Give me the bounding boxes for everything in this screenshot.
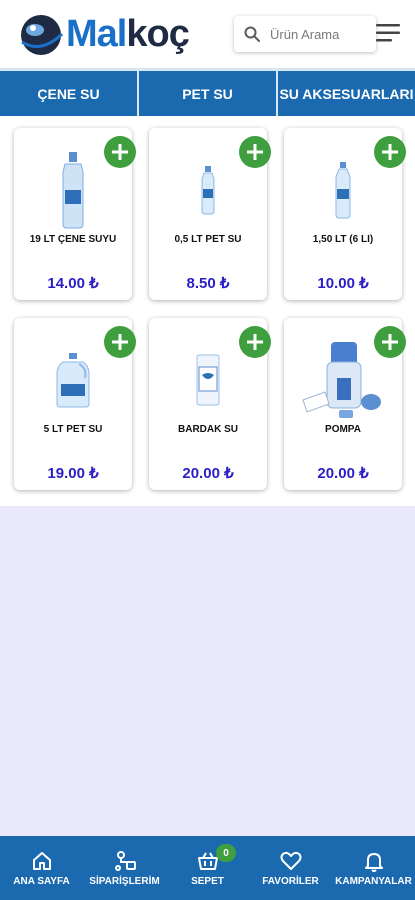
bell-icon <box>364 852 383 872</box>
small-bottle-icon <box>173 146 243 234</box>
nav-basket[interactable]: SEPET 0 <box>166 836 249 900</box>
product-name: BARDAK SU <box>178 424 238 435</box>
product-card[interactable]: POMPA 20.00 ₺ <box>284 318 406 490</box>
cup-water-icon <box>173 336 243 424</box>
add-to-cart-button[interactable] <box>104 136 136 168</box>
add-to-cart-button[interactable] <box>239 326 271 358</box>
plus-icon <box>112 144 128 160</box>
nav-campaigns[interactable]: KAMPANYALAR <box>332 836 415 900</box>
nav-orders[interactable]: SİPARİŞLERİM <box>83 836 166 900</box>
pump-icon <box>298 336 388 424</box>
hamburger-menu-icon <box>376 24 400 42</box>
plus-icon <box>247 334 263 350</box>
add-to-cart-button[interactable] <box>239 136 271 168</box>
plus-icon <box>382 144 398 160</box>
nav-home-label: ANA SAYFA <box>13 875 70 887</box>
globe-logo-icon <box>21 15 64 55</box>
product-card[interactable]: 5 LT PET SU 19.00 ₺ <box>14 318 136 490</box>
product-card[interactable]: 19 LT ÇENE SUYU 14.00 ₺ <box>14 128 136 300</box>
water-can-icon <box>38 336 108 424</box>
add-to-cart-button[interactable] <box>374 326 406 358</box>
plus-icon <box>247 144 263 160</box>
search-input[interactable] <box>270 26 370 42</box>
product-name: POMPA <box>325 424 361 435</box>
nav-basket-label: SEPET <box>191 875 224 887</box>
add-to-cart-button[interactable] <box>374 136 406 168</box>
product-card[interactable]: BARDAK SU 20.00 ₺ <box>149 318 271 490</box>
product-grid: 19 LT ÇENE SUYU 14.00 ₺ 0,5 LT PET SU 8.… <box>0 116 415 506</box>
tab-su-aksesuarlari[interactable]: SU AKSESUARLARI <box>278 71 415 116</box>
app-header: Malkoç <box>0 0 415 68</box>
plus-icon <box>112 334 128 350</box>
nav-favorites[interactable]: FAVORİLER <box>249 836 332 900</box>
nav-campaigns-label: KAMPANYALAR <box>335 875 412 887</box>
search-box[interactable] <box>234 16 376 52</box>
product-price: 10.00 ₺ <box>317 275 369 292</box>
product-card[interactable]: 1,50 LT (6 LI) 10.00 ₺ <box>284 128 406 300</box>
product-price: 19.00 ₺ <box>47 465 99 482</box>
product-price: 8.50 ₺ <box>186 275 230 292</box>
product-price: 20.00 ₺ <box>182 465 234 482</box>
home-icon <box>32 851 51 870</box>
nav-home[interactable]: ANA SAYFA <box>0 836 83 900</box>
bottle-icon <box>308 146 378 234</box>
plus-icon <box>382 334 398 350</box>
search-icon <box>244 26 260 42</box>
product-name: 0,5 LT PET SU <box>174 234 242 245</box>
tab-pet-su[interactable]: PET SU <box>139 71 278 116</box>
product-name: 5 LT PET SU <box>43 424 103 435</box>
heart-icon <box>280 851 301 870</box>
malkoc-logo[interactable]: Malkoç <box>18 12 228 58</box>
menu-button[interactable] <box>376 22 402 44</box>
product-price: 20.00 ₺ <box>317 465 369 482</box>
tab-cene-su[interactable]: ÇENE SU <box>0 71 139 116</box>
product-price: 14.00 ₺ <box>47 275 99 292</box>
product-name: 19 LT ÇENE SUYU <box>29 234 117 245</box>
nav-orders-label: SİPARİŞLERİM <box>89 875 160 887</box>
product-card[interactable]: 0,5 LT PET SU 8.50 ₺ <box>149 128 271 300</box>
water-jug-icon <box>38 146 108 234</box>
logo-wordmark: Malkoç <box>66 13 190 55</box>
basket-count-badge: 0 <box>216 844 236 862</box>
nav-favorites-label: FAVORİLER <box>262 875 319 887</box>
add-to-cart-button[interactable] <box>104 326 136 358</box>
orders-icon <box>114 850 136 871</box>
product-name: 1,50 LT (6 LI) <box>312 234 374 245</box>
bottom-navigation: ANA SAYFA SİPARİŞLERİM SEPET 0 FAVORİLER <box>0 836 415 900</box>
category-tabs: ÇENE SU PET SU SU AKSESUARLARI <box>0 68 415 116</box>
